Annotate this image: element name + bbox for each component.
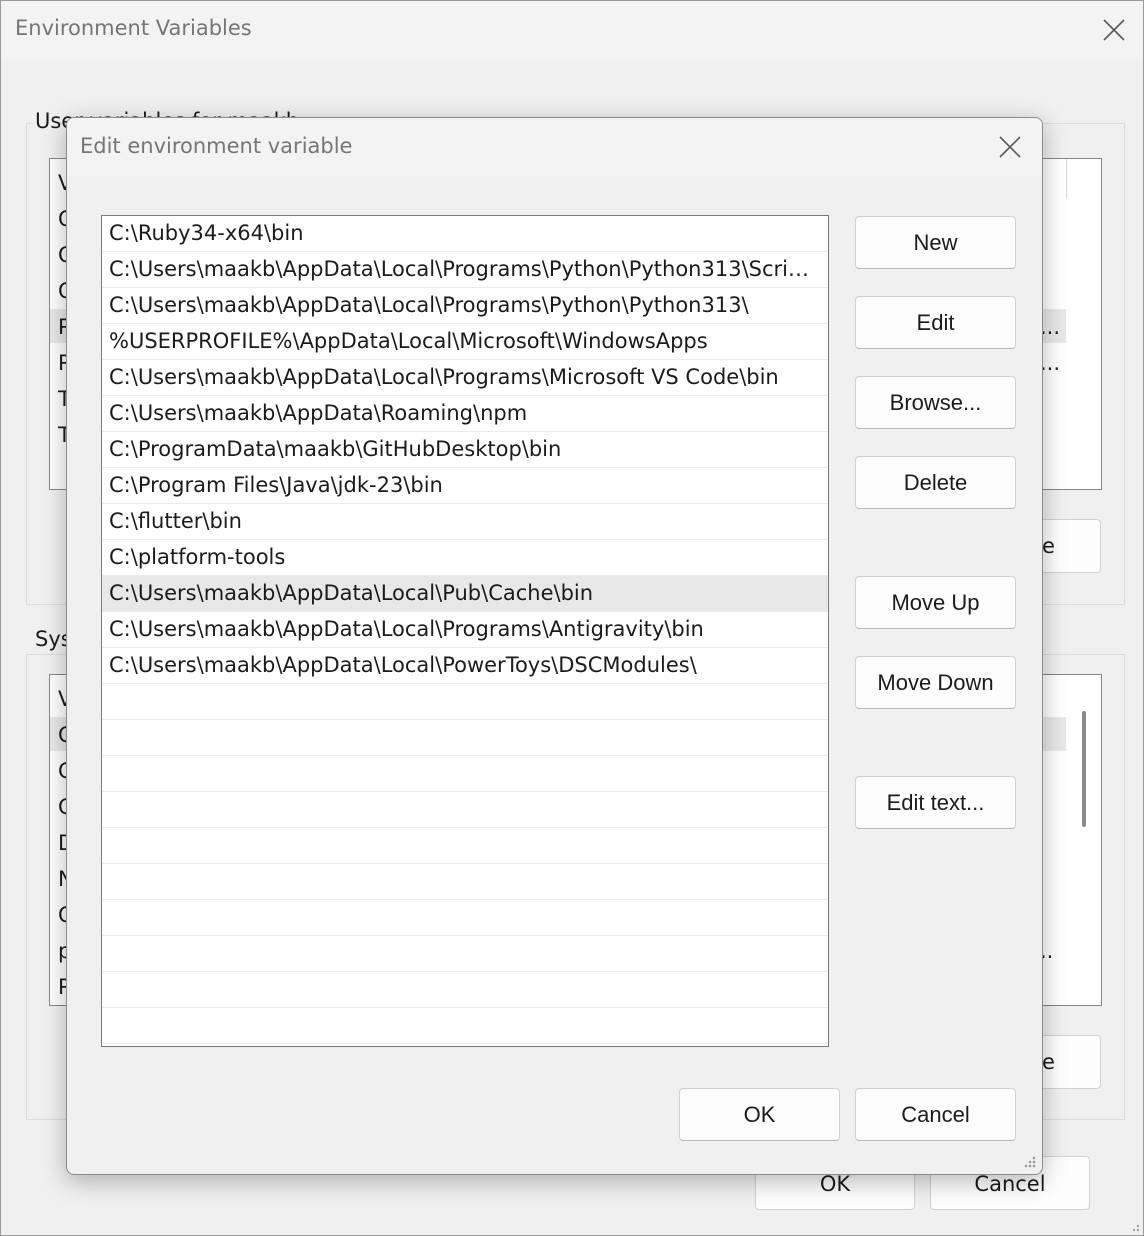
- edit-environment-variable-dialog: Edit environment variable C:\Ruby34-x64\…: [66, 117, 1043, 1175]
- empty-row[interactable]: [102, 900, 828, 936]
- path-entry-row[interactable]: C:\Users\maakb\AppData\Local\Pub\Cache\b…: [102, 576, 828, 612]
- path-entries-list[interactable]: C:\Ruby34-x64\bin C:\Users\maakb\AppData\…: [101, 215, 829, 1047]
- empty-row[interactable]: [102, 756, 828, 792]
- path-entry-row[interactable]: %USERPROFILE%\AppData\Local\Microsoft\Wi…: [102, 324, 828, 360]
- move-up-button[interactable]: Move Up: [855, 576, 1016, 629]
- empty-row[interactable]: [102, 1008, 828, 1044]
- empty-row[interactable]: [102, 864, 828, 900]
- path-entry-row[interactable]: C:\Program Files\Java\jdk-23\bin: [102, 468, 828, 504]
- move-up-button-label: Move Up: [891, 589, 980, 615]
- edit-text-button-label: Edit text...: [886, 789, 985, 815]
- ok-button[interactable]: OK: [679, 1088, 840, 1141]
- delete-button[interactable]: Delete: [855, 456, 1016, 509]
- path-entry-row[interactable]: C:\Users\maakb\AppData\Local\Programs\An…: [102, 612, 828, 648]
- system-list-scrollbar-thumb[interactable]: [1082, 711, 1086, 827]
- dialog-title-bar: Edit environment variable: [67, 118, 1042, 176]
- empty-row[interactable]: [102, 792, 828, 828]
- system-delete-label-fragment: e: [1042, 1050, 1055, 1074]
- path-entry-row[interactable]: C:\Users\maakb\AppData\Roaming\npm: [102, 396, 828, 432]
- path-entry-row[interactable]: C:\Users\maakb\AppData\Local\PowerToys\D…: [102, 648, 828, 684]
- empty-row[interactable]: [102, 720, 828, 756]
- edit-button[interactable]: Edit: [855, 296, 1016, 349]
- path-entry-row[interactable]: C:\Users\maakb\AppData\Local\Programs\Mi…: [102, 360, 828, 396]
- path-entry-row[interactable]: C:\Users\maakb\AppData\Local\Programs\Py…: [102, 252, 828, 288]
- edit-text-button[interactable]: Edit text...: [855, 776, 1016, 829]
- empty-row[interactable]: [102, 684, 828, 720]
- cancel-button[interactable]: Cancel: [855, 1088, 1016, 1141]
- path-entry-row[interactable]: C:\flutter\bin: [102, 504, 828, 540]
- browse-button[interactable]: Browse...: [855, 376, 1016, 429]
- path-entry-row[interactable]: C:\ProgramData\maakb\GitHubDesktop\bin: [102, 432, 828, 468]
- new-button[interactable]: New: [855, 216, 1016, 269]
- user-var-ellipsis: ...: [1040, 351, 1061, 375]
- resize-grip-icon[interactable]: [1021, 1153, 1037, 1169]
- path-entry-row[interactable]: C:\Ruby34-x64\bin: [102, 216, 828, 252]
- outer-title-bar: Environment Variables: [1, 1, 1143, 59]
- path-entry-row[interactable]: C:\platform-tools: [102, 540, 828, 576]
- user-var-ellipsis: ...: [1040, 315, 1061, 339]
- move-down-button-label: Move Down: [877, 669, 994, 695]
- path-entry-row[interactable]: C:\Users\maakb\AppData\Local\Programs\Py…: [102, 288, 828, 324]
- dialog-close-icon[interactable]: [995, 132, 1025, 162]
- browse-button-label: Browse...: [889, 389, 982, 415]
- outer-close-icon[interactable]: [1099, 15, 1129, 45]
- dialog-title: Edit environment variable: [80, 134, 353, 158]
- delete-button-label: Delete: [903, 469, 968, 495]
- move-down-button[interactable]: Move Down: [855, 656, 1016, 709]
- user-delete-label-fragment: e: [1042, 534, 1055, 558]
- empty-row[interactable]: [102, 936, 828, 972]
- ok-button-label: OK: [743, 1101, 776, 1127]
- edit-button-label: Edit: [916, 309, 955, 335]
- new-button-label: New: [913, 229, 958, 255]
- outer-window-title: Environment Variables: [15, 16, 252, 40]
- cancel-button-label: Cancel: [901, 1101, 970, 1127]
- outer-resize-grip-icon[interactable]: [1125, 1217, 1141, 1233]
- empty-row[interactable]: [102, 828, 828, 864]
- empty-row[interactable]: [102, 972, 828, 1008]
